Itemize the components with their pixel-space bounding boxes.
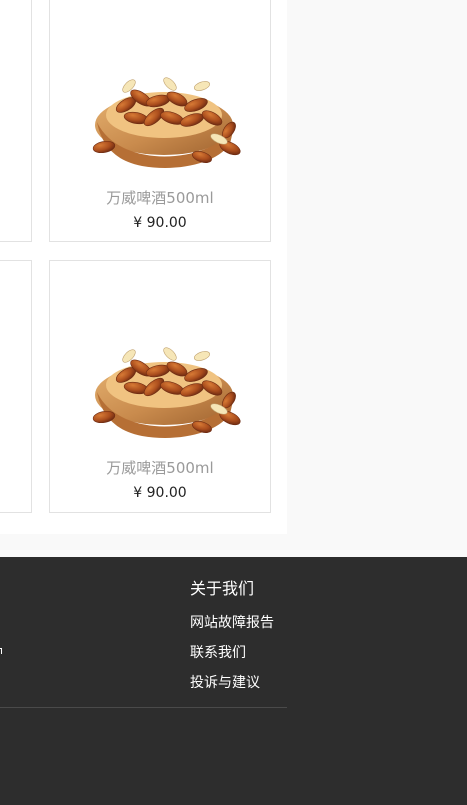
partial-product-card[interactable] [0,0,32,242]
partial-footer-link-marker [0,645,2,657]
pine-nuts-bowl-image[interactable] [84,43,246,175]
complaints-suggestions-link[interactable]: 投诉与建议 [190,672,260,692]
product-card[interactable]: 万威啤酒500ml ¥ 90.00 [49,0,271,242]
product-name[interactable]: 万威啤酒500ml [50,457,270,478]
site-fault-report-link[interactable]: 网站故障报告 [190,612,274,632]
contact-us-link[interactable]: 联系我们 [190,642,246,662]
about-us-title: 关于我们 [190,579,255,598]
pine-nuts-bowl-image[interactable] [84,313,246,445]
partial-product-card[interactable] [0,260,32,513]
footer-divider [0,707,287,708]
site-footer: 关于我们 网站故障报告 联系我们 投诉与建议 [0,557,467,805]
product-page: 万威啤酒500ml ¥ 90.00 万威啤酒500ml ¥ 90.00 关于我们… [0,0,467,805]
product-name[interactable]: 万威啤酒500ml [50,187,270,208]
product-grid-panel: 万威啤酒500ml ¥ 90.00 万威啤酒500ml ¥ 90.00 [0,0,287,534]
product-card[interactable]: 万威啤酒500ml ¥ 90.00 [49,260,271,513]
product-price: ¥ 90.00 [133,215,187,231]
product-price: ¥ 90.00 [133,485,187,501]
